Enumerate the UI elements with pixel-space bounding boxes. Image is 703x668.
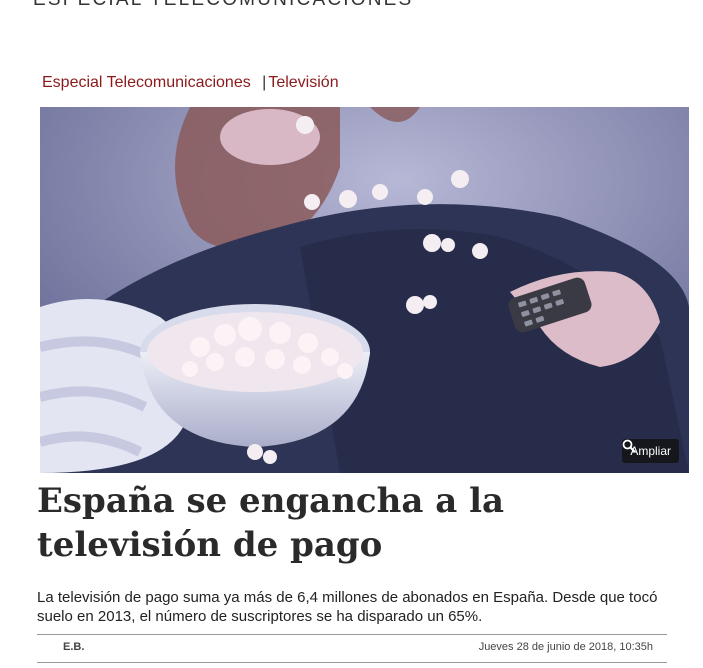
article-headline: España se engancha a la televisión de pa… <box>37 481 505 565</box>
article-subtitle: La televisión de pago suma ya más de 6,4… <box>37 589 658 625</box>
breadcrumb-separator: | <box>262 74 267 91</box>
breadcrumb-section-link[interactable]: Especial Telecomunicaciones <box>42 74 251 91</box>
zoom-label: Ampliar <box>630 444 671 458</box>
search-icon <box>622 439 637 453</box>
article-author[interactable]: E.B. <box>63 641 84 653</box>
zoom-button[interactable]: Ampliar <box>622 439 679 463</box>
meta-divider-top <box>37 634 667 635</box>
meta-divider-bottom <box>37 662 667 663</box>
breadcrumb: Especial Telecomunicaciones | Televisión <box>42 74 339 92</box>
section-title: ESPECIAL TELECOMUNICACIONES <box>33 0 413 11</box>
article-photo[interactable]: Ampliar <box>40 107 689 473</box>
article-photo-illustration <box>40 107 689 473</box>
breadcrumb-category-link[interactable]: Televisión <box>268 74 338 91</box>
article-date: Jueves 28 de junio de 2018, 10:35h <box>478 641 653 653</box>
